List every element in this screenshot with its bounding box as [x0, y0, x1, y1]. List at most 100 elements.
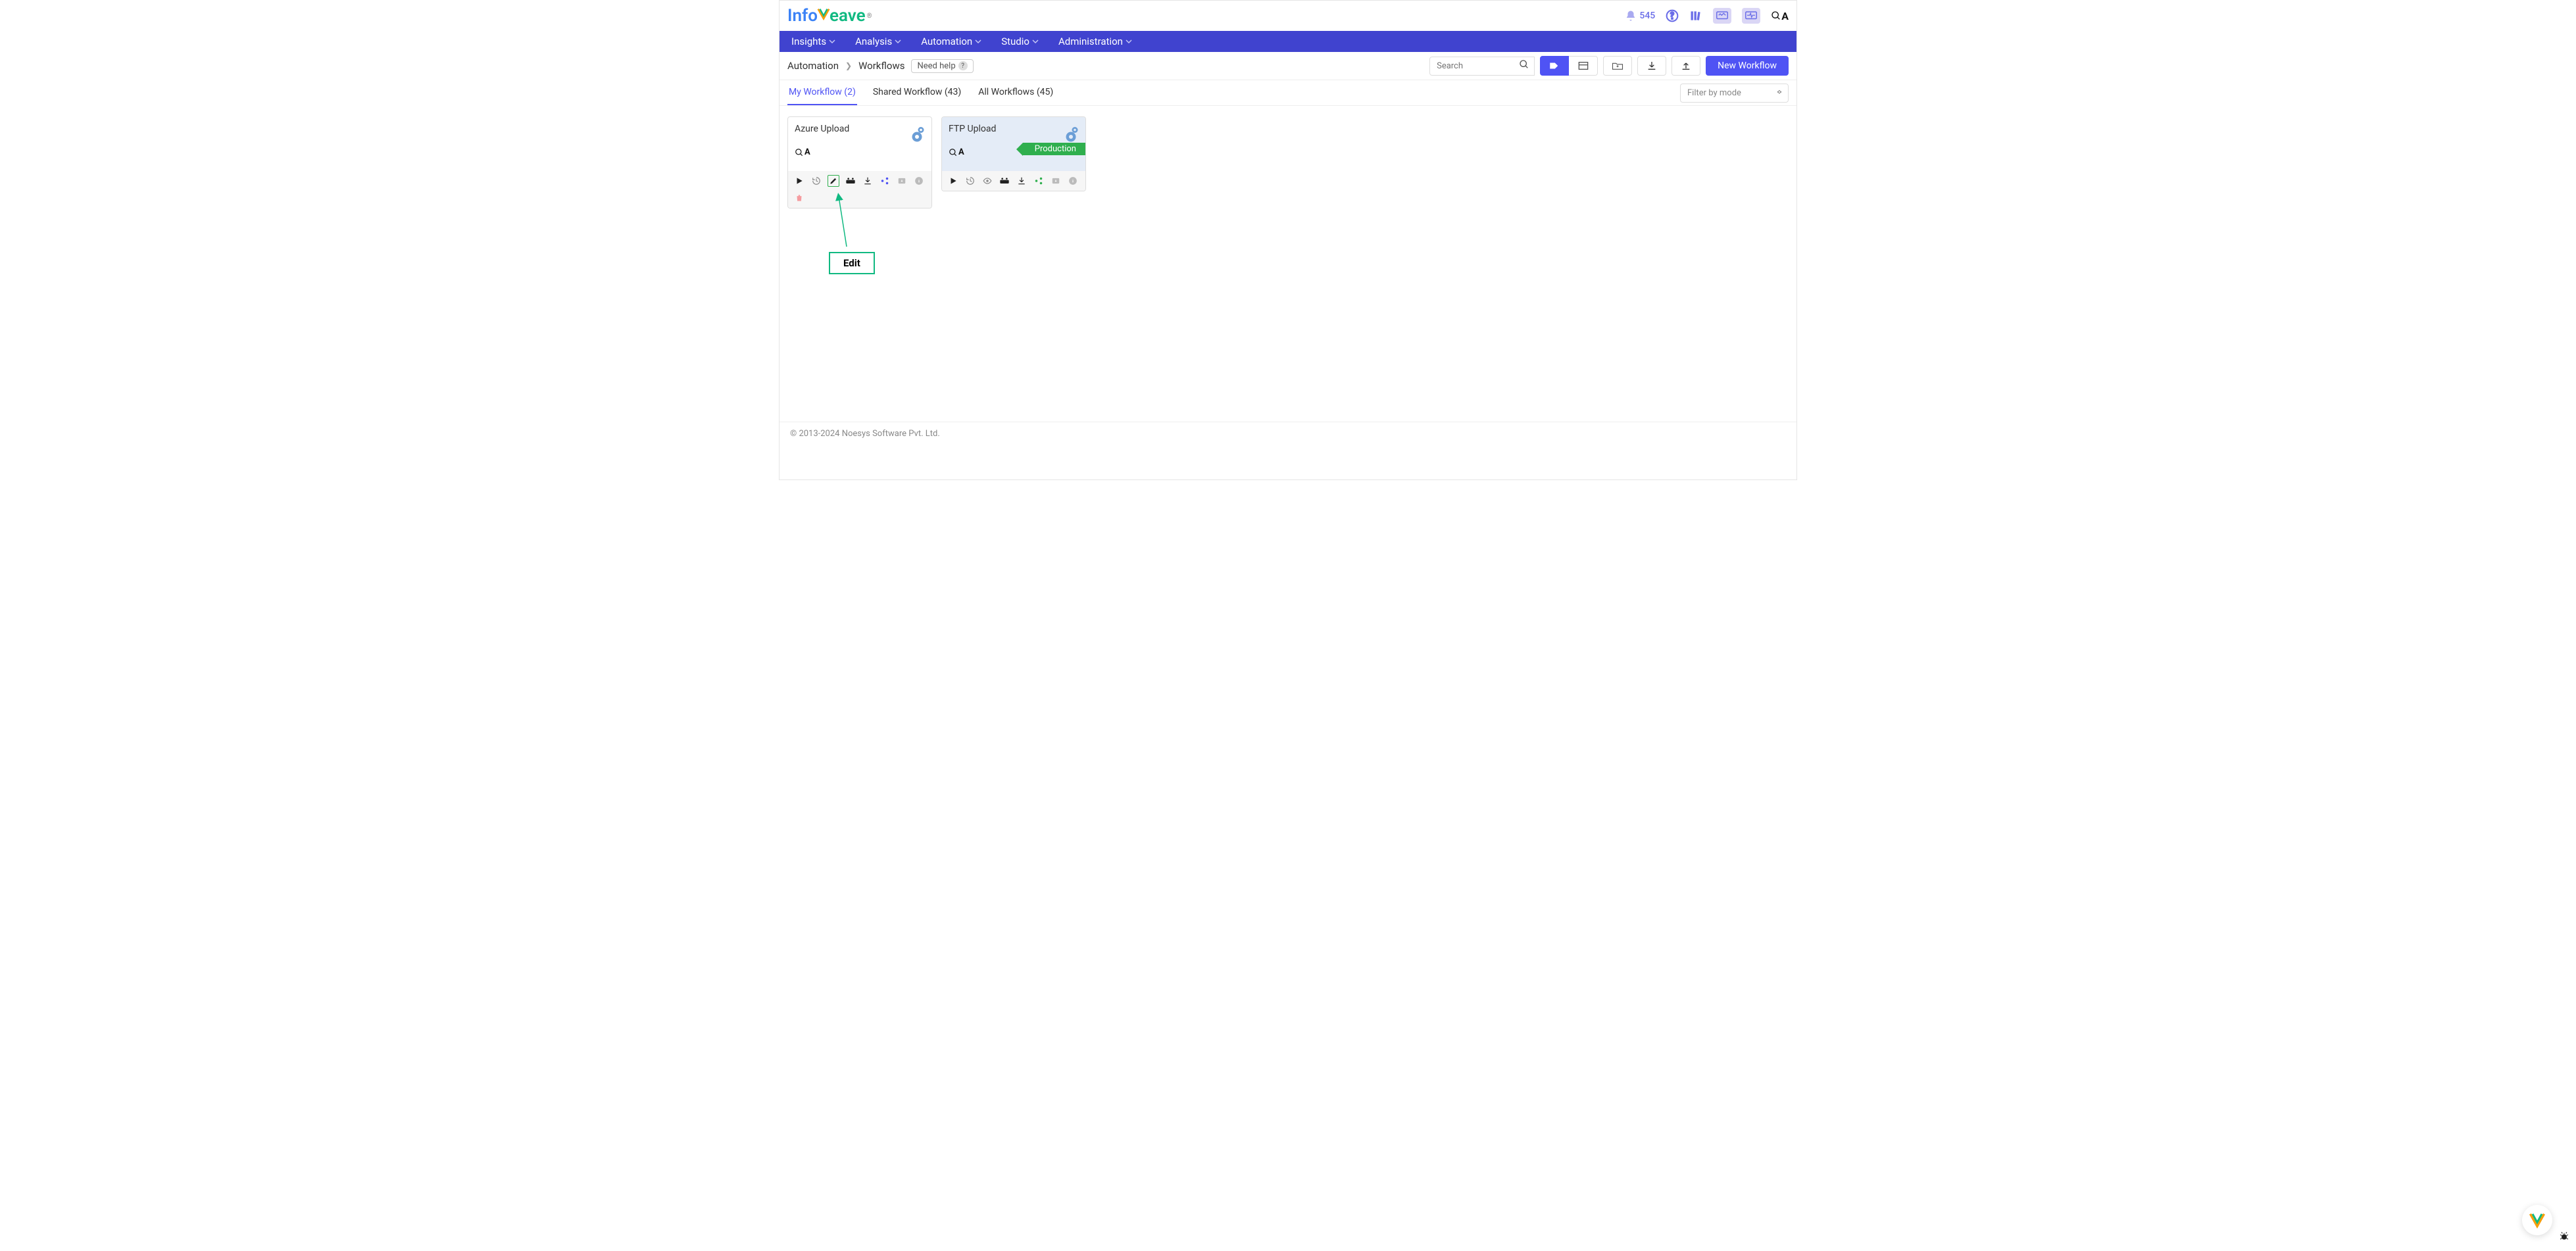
share-icon — [1034, 176, 1043, 185]
view-list-button[interactable] — [1569, 56, 1598, 76]
floating-logo-button[interactable] — [2522, 1205, 2552, 1235]
caret-down-icon — [1126, 38, 1132, 45]
app-logo[interactable]: Info eave ® — [787, 6, 872, 26]
tabs-row: My Workflow (2) Shared Workflow (43) All… — [780, 80, 1796, 106]
schedule-icon — [999, 177, 1010, 185]
share-button[interactable] — [879, 175, 891, 187]
tab-shared-workflow[interactable]: Shared Workflow (43) — [872, 80, 962, 105]
history-button[interactable] — [964, 175, 976, 187]
qa-letter: A — [805, 147, 810, 157]
annotation-label: Edit — [829, 252, 875, 274]
download-icon — [1647, 61, 1657, 71]
logo-weave-icon — [816, 6, 831, 26]
workflow-card[interactable]: Azure Upload A — [787, 116, 932, 208]
download-icon — [863, 176, 872, 185]
magnifier-icon — [949, 148, 958, 157]
monitor2-button[interactable] — [1742, 8, 1760, 24]
share-button[interactable] — [1033, 175, 1045, 187]
nav-automation[interactable]: Automation — [918, 31, 984, 52]
magnifier-icon — [1771, 11, 1781, 21]
new-folder-button[interactable] — [1603, 56, 1632, 76]
logo-text-info: Info — [787, 6, 818, 26]
notifications-button[interactable]: 545 — [1625, 10, 1655, 22]
view-grid-button[interactable] — [1540, 56, 1569, 76]
card-toolbar — [942, 171, 1085, 191]
info-icon — [914, 176, 924, 185]
breadcrumb-bar: Automation ❯ Workflows Need help ? — [780, 52, 1796, 80]
monitor-icon — [1716, 11, 1728, 20]
folder-down-icon — [1051, 176, 1060, 185]
logo-text-eave: eave — [830, 6, 866, 26]
weave-logo-icon — [2528, 1211, 2546, 1229]
new-workflow-button[interactable]: New Workflow — [1706, 56, 1789, 76]
info-button[interactable] — [913, 175, 925, 187]
play-icon — [795, 176, 804, 185]
bug-report-button[interactable] — [2559, 1231, 2569, 1244]
need-help-button[interactable]: Need help ? — [911, 59, 973, 73]
download-button[interactable] — [1637, 56, 1666, 76]
history-button[interactable] — [810, 175, 822, 187]
nav-analysis[interactable]: Analysis — [853, 31, 904, 52]
search-icon[interactable] — [1519, 59, 1529, 72]
share-icon — [880, 176, 889, 185]
monitor1-button[interactable] — [1713, 8, 1731, 24]
bug-icon — [2559, 1231, 2569, 1242]
qa-letter: A — [958, 147, 964, 157]
workflow-card[interactable]: FTP Upload Production A — [941, 116, 1086, 191]
schedule-icon — [845, 177, 856, 185]
play-icon — [949, 176, 958, 185]
caret-down-icon — [975, 38, 981, 45]
folder-down-icon — [897, 176, 906, 185]
search-box — [1429, 57, 1535, 76]
toolbar: New Workflow — [1429, 56, 1789, 76]
play-button[interactable] — [947, 175, 959, 187]
tab-all-workflows[interactable]: All Workflows (45) — [977, 80, 1054, 105]
tag-icon — [1548, 61, 1560, 70]
logo-trademark: ® — [867, 12, 872, 20]
upload-button[interactable] — [1672, 56, 1700, 76]
content-area: Azure Upload A — [780, 106, 1796, 422]
qa-avatar[interactable]: A — [1771, 10, 1789, 22]
info-icon — [1068, 176, 1077, 185]
cards-area: Azure Upload A — [780, 106, 1796, 219]
delete-button[interactable] — [793, 192, 805, 204]
card-top: FTP Upload Production A — [942, 117, 1085, 171]
help-button[interactable]: ? — [1666, 9, 1679, 22]
monitor-icon — [1745, 11, 1757, 20]
download-button[interactable] — [862, 175, 874, 187]
eye-icon — [983, 176, 992, 185]
play-button[interactable] — [793, 175, 805, 187]
footer: © 2013-2024 Noesys Software Pvt. Ltd. — [780, 422, 1796, 445]
download-icon — [1017, 176, 1026, 185]
app-header: Info eave ® 545 ? — [780, 1, 1796, 31]
notif-count: 545 — [1639, 11, 1655, 21]
bell-icon — [1625, 10, 1637, 22]
archive-button[interactable] — [896, 175, 908, 187]
nav-studio[interactable]: Studio — [999, 31, 1041, 52]
upload-icon — [1681, 61, 1691, 71]
svg-text:?: ? — [1670, 10, 1675, 22]
nav-insights[interactable]: Insights — [789, 31, 838, 52]
trash-icon — [795, 193, 804, 203]
nav-label: Automation — [921, 36, 972, 47]
download-button[interactable] — [1016, 175, 1028, 187]
nav-administration[interactable]: Administration — [1056, 31, 1135, 52]
history-icon — [812, 176, 821, 185]
archive-button[interactable] — [1050, 175, 1062, 187]
info-button[interactable] — [1067, 175, 1079, 187]
card-top: Azure Upload A — [788, 117, 931, 171]
edit-button[interactable] — [828, 175, 839, 187]
gears-icon — [905, 125, 925, 147]
tab-my-workflow[interactable]: My Workflow (2) — [787, 80, 857, 105]
view-button[interactable] — [981, 175, 993, 187]
library-button[interactable] — [1689, 9, 1702, 22]
schedule-button[interactable] — [999, 175, 1010, 187]
environment-ribbon: Production — [1023, 143, 1085, 155]
nav-label: Analysis — [855, 36, 892, 47]
nav-label: Studio — [1001, 36, 1029, 47]
history-icon — [966, 176, 975, 185]
schedule-button[interactable] — [845, 175, 856, 187]
filter-mode-select[interactable]: Filter by mode — [1680, 84, 1789, 103]
breadcrumb-automation[interactable]: Automation — [787, 60, 839, 72]
card-toolbar — [788, 171, 931, 208]
